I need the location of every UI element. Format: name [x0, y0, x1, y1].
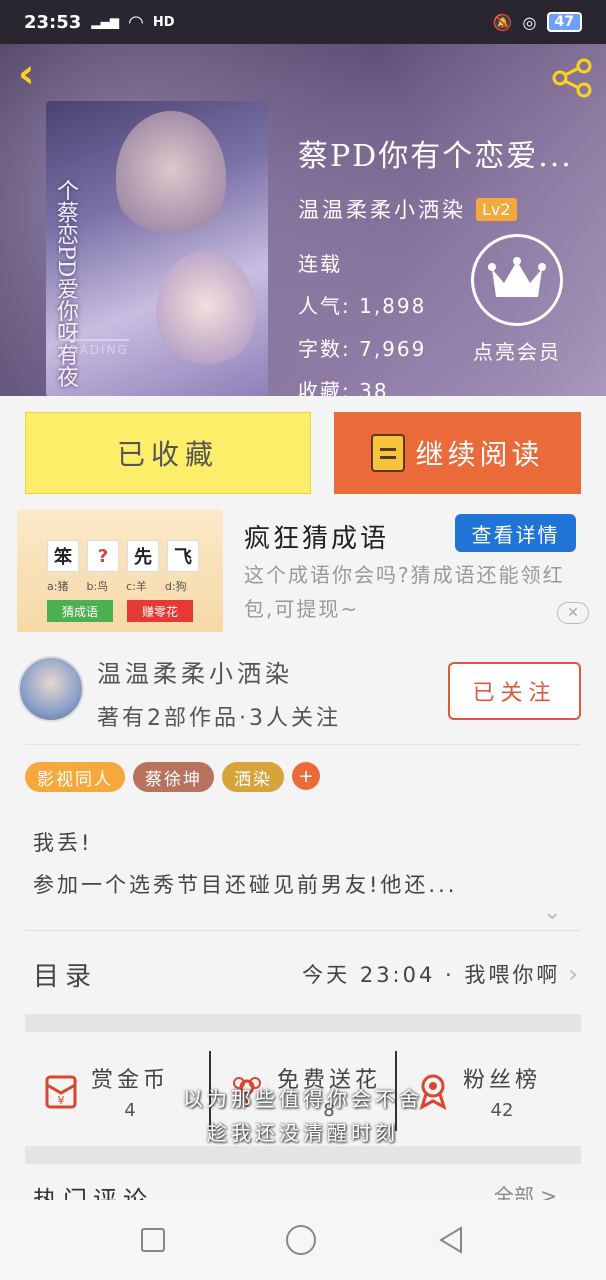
section-separator [25, 1146, 581, 1164]
crown-icon [488, 257, 546, 297]
cover-loading: LOADING [60, 339, 129, 357]
wifi-icon: ◠ [128, 11, 143, 33]
ad-title: 疯狂猜成语 [244, 524, 390, 554]
red-envelope-icon: ¥ [39, 1069, 83, 1113]
medal-icon [411, 1069, 455, 1113]
book-status: 连载 [298, 252, 342, 276]
fan-ranking-button[interactable]: 粉丝榜 42 [397, 1036, 581, 1146]
ad-option: c:羊 [126, 580, 147, 593]
tag-list: 影视同人 蔡徐坤 洒染 + [25, 762, 320, 792]
synopsis-line: 我丢! [33, 831, 93, 855]
stats-row: ¥ 赏金币 4 免费送花 8 粉丝榜 42 [25, 1036, 581, 1146]
ad-guess-button: 猜成语 [47, 600, 113, 622]
home-icon[interactable] [285, 1225, 316, 1255]
table-of-contents-row[interactable]: 目录 今天 23:04 · 我喂你啊 › [25, 944, 581, 1004]
ad-option: b:鸟 [86, 580, 109, 593]
synopsis[interactable]: 我丢! 参加一个选秀节目还碰见前男友!他还... [33, 822, 578, 906]
latest-chapter: 今天 23:04 · 我喂你啊 [302, 963, 561, 987]
divider [25, 930, 581, 931]
ad-char: 笨 [47, 540, 79, 572]
avatar[interactable] [18, 656, 84, 722]
vip-button[interactable]: 点亮会员 [462, 234, 572, 365]
level-badge: Lv2 [476, 197, 517, 221]
book-popularity: 人气: 1,898 [298, 294, 427, 318]
tag-item[interactable]: 洒染 [222, 762, 284, 792]
follow-button[interactable]: 已关注 [448, 662, 581, 720]
collected-button[interactable]: 已收藏 [25, 412, 311, 494]
author-subtitle: 著有2部作品·3人关注 [97, 706, 341, 731]
svg-text:¥: ¥ [58, 1094, 65, 1107]
action-bar: 已收藏 继续阅读 [0, 396, 606, 506]
free-flower-button[interactable]: 免费送花 8 [211, 1036, 395, 1146]
ad-char: ? [87, 540, 119, 572]
book-header: ‹ 个蔡恋PD爱你呀有夜 LOADING 蔡PD你有个恋爱... 温温柔柔小洒染… [0, 44, 606, 396]
continue-reading-label: 继续阅读 [415, 438, 544, 471]
book-author[interactable]: 温温柔柔小洒染 [298, 194, 466, 224]
chevron-right-icon: › [568, 960, 581, 988]
ad-description: 这个成语你会吗?猜成语还能领红包,可提现~ [244, 563, 565, 621]
ad-details-button[interactable]: 查看详情 [455, 514, 576, 552]
mute-icon: 🔕 [492, 12, 513, 32]
headset-icon: ◎ [522, 12, 537, 32]
stat-value: 42 [490, 1099, 514, 1121]
stat-value: 8 [323, 1099, 335, 1121]
add-tag-button[interactable]: + [292, 762, 320, 790]
ad-banner[interactable]: 笨 ? 先 飞 a:猪 b:鸟 c:羊 d:狗 猜成语 赚零花 疯狂猜成语 查看… [0, 506, 606, 636]
book-word-count: 字数: 7,969 [298, 337, 427, 361]
status-time: 23:53 [24, 11, 82, 33]
ad-earn-button: 赚零花 [127, 600, 193, 622]
stat-label: 赏金币 [91, 1067, 170, 1093]
flower-icon [225, 1069, 269, 1113]
hd-badge: HD [152, 14, 175, 30]
stat-label: 免费送花 [277, 1067, 382, 1093]
ad-option: a:猪 [47, 580, 69, 593]
vip-label: 点亮会员 [473, 340, 561, 364]
author-card[interactable]: 温温柔柔小洒染 著有2部作品·3人关注 已关注 [0, 636, 606, 746]
book-title: 蔡PD你有个恋爱... [298, 139, 573, 174]
continue-reading-button[interactable]: 继续阅读 [334, 412, 581, 494]
book-icon [371, 434, 406, 472]
status-bar: 23:53 ▂▄▆ ◠ HD 🔕 ◎ 47 [0, 0, 606, 44]
back-button[interactable]: ‹ [18, 54, 54, 96]
section-separator [25, 1014, 581, 1032]
back-triangle-icon[interactable] [437, 1225, 465, 1255]
stat-label: 粉丝榜 [463, 1067, 542, 1093]
stat-value: 4 [124, 1099, 136, 1121]
book-author-row[interactable]: 温温柔柔小洒染 Lv2 [298, 194, 517, 224]
ad-char: 飞 [167, 540, 199, 572]
ad-close-icon[interactable]: ✕ [557, 602, 589, 624]
tag-item[interactable]: 影视同人 [25, 762, 125, 792]
author-name[interactable]: 温温柔柔小洒染 [97, 654, 293, 689]
book-favorites: 收藏: 38 [298, 379, 389, 396]
toc-label: 目录 [33, 961, 98, 992]
ad-image[interactable]: 笨 ? 先 飞 a:猪 b:鸟 c:羊 d:狗 猜成语 赚零花 [17, 510, 223, 632]
battery-indicator: 47 [546, 12, 582, 32]
ad-char: 先 [127, 540, 159, 572]
book-cover[interactable]: 个蔡恋PD爱你呀有夜 LOADING [46, 101, 268, 396]
signal-icon: ▂▄▆ [91, 15, 119, 29]
divider [25, 744, 581, 745]
ad-option: d:狗 [164, 580, 187, 593]
tag-item[interactable]: 蔡徐坤 [133, 762, 214, 792]
recent-apps-icon[interactable] [140, 1228, 165, 1252]
chevron-down-icon[interactable]: ⌄ [543, 900, 565, 925]
system-nav-bar [0, 1200, 606, 1280]
share-icon[interactable] [550, 58, 594, 98]
reward-coins-button[interactable]: ¥ 赏金币 4 [25, 1036, 209, 1146]
synopsis-line: 参加一个选秀节目还碰见前男友!他还... [33, 873, 458, 897]
